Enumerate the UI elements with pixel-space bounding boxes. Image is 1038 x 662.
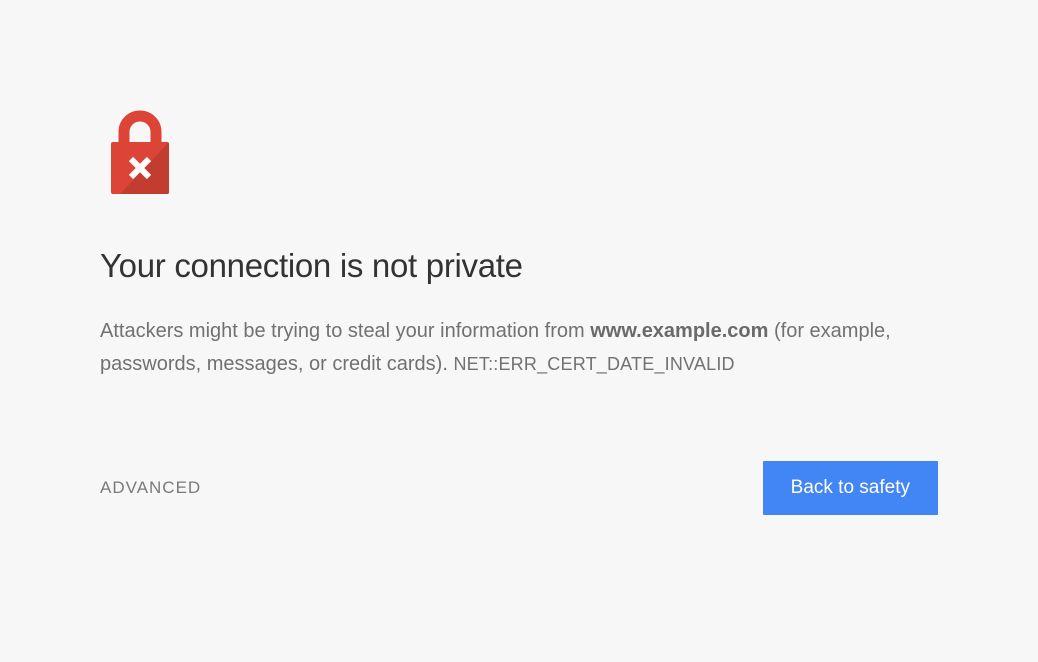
ssl-warning-page: Your connection is not private Attackers… xyxy=(0,0,1038,515)
advanced-button[interactable]: ADVANCED xyxy=(100,478,201,498)
lock-warning-icon xyxy=(102,110,938,205)
description-prefix: Attackers might be trying to steal your … xyxy=(100,320,590,342)
button-row: ADVANCED Back to safety xyxy=(100,461,938,515)
error-code: NET::ERR_CERT_DATE_INVALID xyxy=(453,354,734,374)
warning-heading: Your connection is not private xyxy=(100,247,938,285)
warning-description: Attackers might be trying to steal your … xyxy=(100,315,938,381)
warning-domain: www.example.com xyxy=(590,320,768,342)
back-to-safety-button[interactable]: Back to safety xyxy=(763,461,938,515)
